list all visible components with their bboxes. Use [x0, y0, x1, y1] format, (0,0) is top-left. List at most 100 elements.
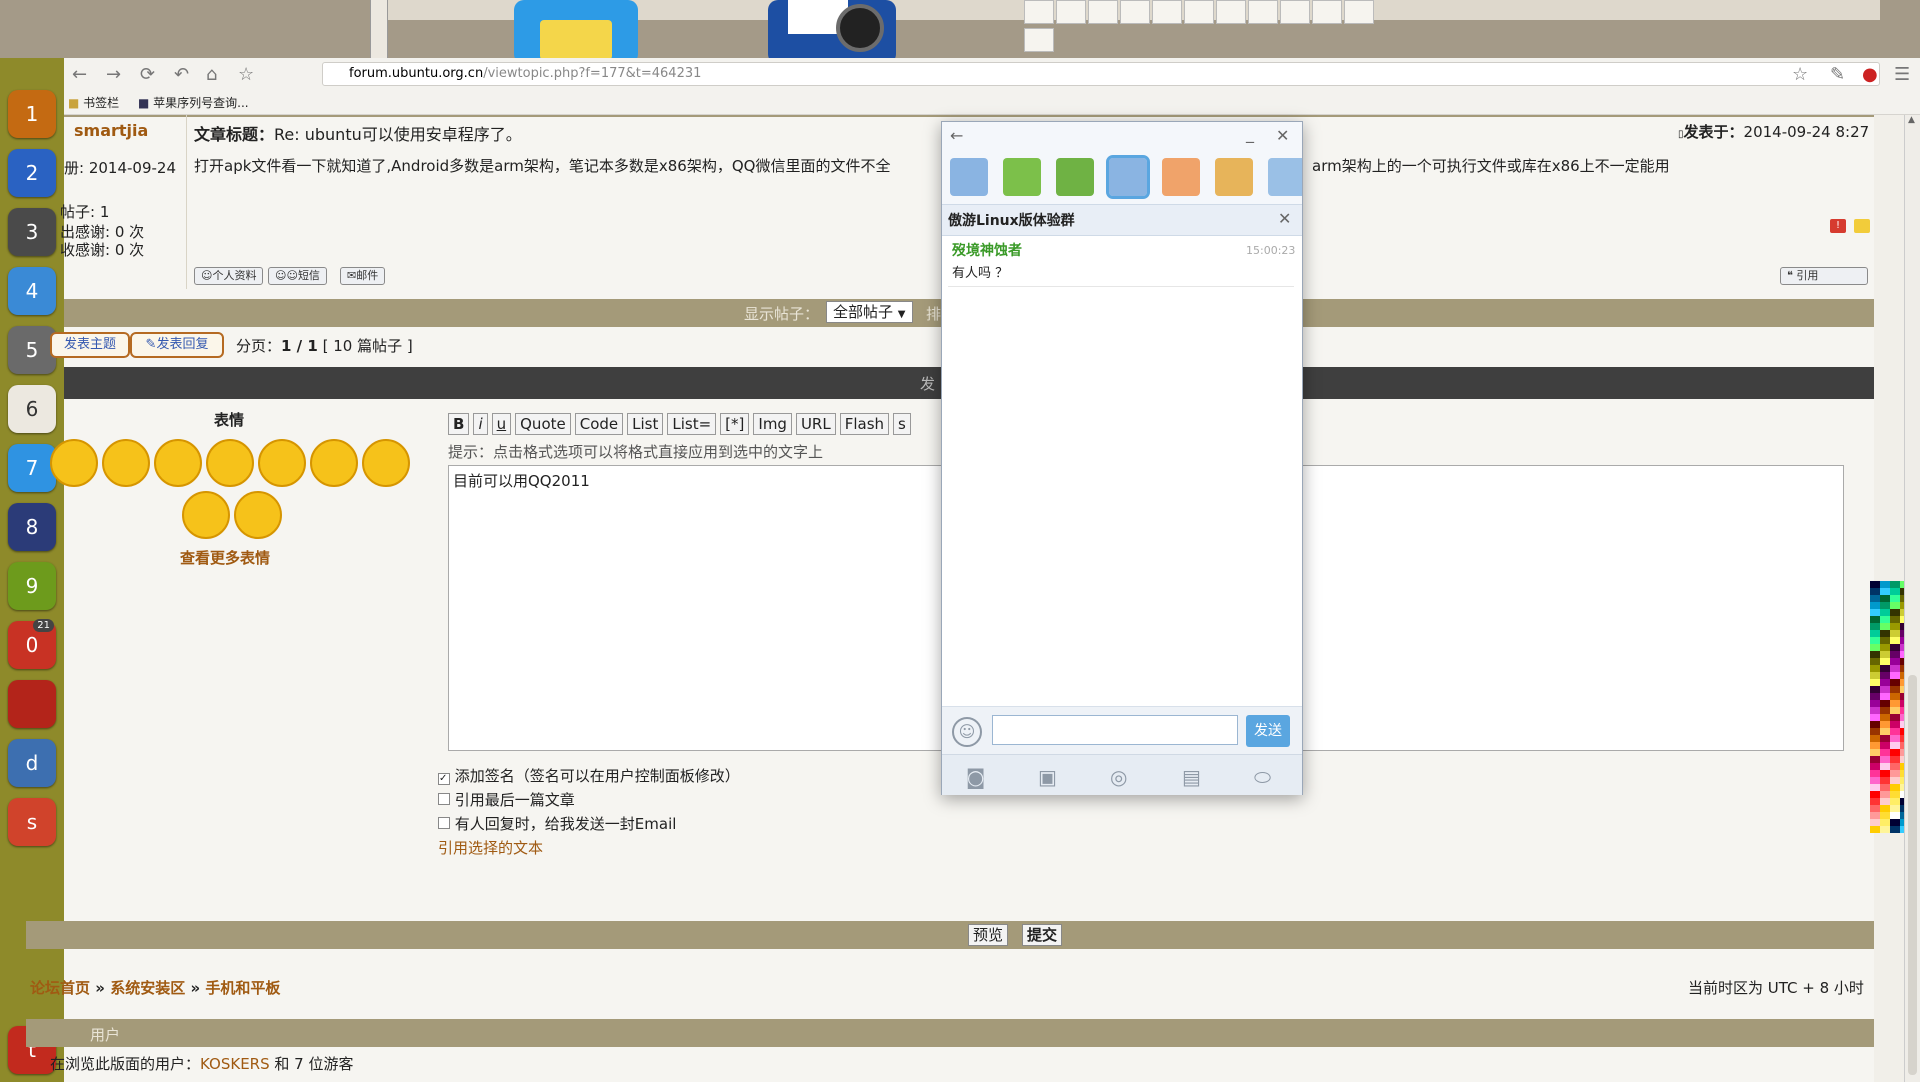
- user-group-icon[interactable]: [1106, 155, 1150, 199]
- checkbox[interactable]: [438, 793, 450, 805]
- qq-send-button[interactable]: 发送: [1246, 715, 1290, 747]
- bookmark-star-icon[interactable]: ☆: [238, 64, 254, 85]
- emoji-icon[interactable]: ☺: [952, 717, 982, 747]
- home-icon[interactable]: ⌂: [206, 64, 217, 85]
- close-icon[interactable]: ✕: [1278, 209, 1291, 228]
- camera-app-icon[interactable]: [768, 0, 896, 64]
- forward-arrow-icon[interactable]: →: [106, 64, 121, 85]
- smiley-icon[interactable]: [310, 439, 358, 487]
- format-button[interactable]: Quote: [515, 413, 571, 435]
- chat-group-icon[interactable]: [1056, 158, 1094, 196]
- format-button[interactable]: Img: [753, 413, 792, 435]
- smilies-heading: 表情: [214, 411, 245, 429]
- camera-icon[interactable]: ◙: [966, 765, 985, 789]
- profile-button[interactable]: ☺个人资料: [194, 267, 264, 285]
- user-group-icon[interactable]: [1268, 158, 1302, 196]
- option-email-notify[interactable]: 有人回复时，给我发送一封Email: [438, 813, 676, 834]
- quote-selected-link[interactable]: 引用选择的文本: [438, 837, 543, 858]
- menu-icon[interactable]: ☰: [1894, 64, 1910, 85]
- post-author[interactable]: smartjia: [74, 121, 148, 140]
- submit-button[interactable]: 提交: [1022, 924, 1063, 946]
- more-smilies-link[interactable]: 查看更多表情: [180, 547, 270, 568]
- user-group-icon[interactable]: [1215, 158, 1253, 196]
- launcher-item[interactable]: s: [8, 798, 56, 846]
- checkbox[interactable]: ✓: [438, 773, 450, 785]
- qq-penguin-icon[interactable]: ⬭: [1254, 765, 1271, 789]
- minimize-icon[interactable]: _: [1246, 124, 1254, 143]
- page-scrollbar[interactable]: ▲: [1904, 115, 1920, 1082]
- format-button[interactable]: [*]: [720, 413, 750, 435]
- option-quote-last[interactable]: 引用最后一篇文章: [438, 789, 575, 810]
- undo-icon[interactable]: ↶: [174, 64, 189, 85]
- smiley-icon[interactable]: [258, 439, 306, 487]
- launcher-item[interactable]: 7: [8, 444, 56, 492]
- user-group-icon[interactable]: [1162, 158, 1200, 196]
- report-icon[interactable]: !: [1830, 219, 1846, 233]
- preview-button[interactable]: 预览: [968, 924, 1009, 946]
- display-select[interactable]: 全部帖子 ▼: [826, 301, 913, 323]
- breadcrumb-forum[interactable]: 手机和平板: [205, 979, 280, 997]
- scrollbar-thumb[interactable]: [1908, 675, 1917, 1075]
- breadcrumb-home[interactable]: 论坛首页: [30, 979, 90, 997]
- format-button[interactable]: List=: [667, 413, 717, 435]
- smiley-icon[interactable]: [182, 491, 230, 539]
- user-link[interactable]: KOSKERS: [200, 1055, 270, 1073]
- pm-button[interactable]: ☺☺短信: [268, 267, 327, 285]
- email-button[interactable]: ✉邮件: [340, 267, 386, 285]
- smiley-icon[interactable]: [234, 491, 282, 539]
- launcher-item[interactable]: 4: [8, 267, 56, 315]
- back-arrow-icon[interactable]: ←: [72, 64, 87, 85]
- breadcrumb-section[interactable]: 系统安装区: [110, 979, 185, 997]
- smiley-icon[interactable]: [102, 439, 150, 487]
- launcher-item[interactable]: 6: [8, 385, 56, 433]
- launcher-item[interactable]: 0 21: [8, 619, 56, 669]
- reload-icon[interactable]: ⟳: [140, 64, 155, 85]
- format-button[interactable]: s: [893, 413, 911, 435]
- extension-icon[interactable]: ●: [1862, 64, 1878, 85]
- star-icon[interactable]: ☆: [1792, 64, 1808, 85]
- qq-message-input[interactable]: [992, 715, 1238, 745]
- format-button[interactable]: Code: [574, 413, 624, 435]
- smiley-icon[interactable]: [154, 439, 202, 487]
- format-button[interactable]: Flash: [839, 413, 890, 435]
- launcher-item[interactable]: 1: [8, 90, 56, 138]
- smiley-icon[interactable]: [50, 439, 98, 487]
- format-button[interactable]: i: [473, 413, 488, 435]
- option-signature[interactable]: ✓ 添加签名（签名可以在用户控制面板修改）: [438, 765, 740, 786]
- files-icon[interactable]: ▤: [1182, 765, 1201, 789]
- bookmark-item[interactable]: ■ 书签栏: [68, 94, 119, 111]
- new-topic-button[interactable]: 发表主题: [50, 332, 130, 358]
- search-user-icon[interactable]: ◎: [1110, 765, 1127, 789]
- smiley-icon[interactable]: [206, 439, 254, 487]
- scroll-up-icon[interactable]: ▲: [1908, 115, 1915, 125]
- launcher-item[interactable]: 3: [8, 208, 56, 256]
- picture-app-icon[interactable]: [514, 0, 638, 64]
- format-button[interactable]: u: [491, 413, 512, 435]
- format-button[interactable]: URL: [795, 413, 836, 435]
- quote-button[interactable]: ❝ 引用: [1780, 267, 1868, 285]
- format-button[interactable]: List: [627, 413, 664, 435]
- qq-titlebar: ← _ ✕: [942, 122, 1302, 152]
- close-icon[interactable]: ✕: [1276, 126, 1289, 145]
- chat-group-icon[interactable]: [1003, 158, 1041, 196]
- browser-toolbar: ← → ⟳ ↶ ⌂ ☆ forum.ubuntu.org.cn/viewtopi…: [62, 58, 1920, 91]
- launcher-item[interactable]: 8: [8, 503, 56, 551]
- launcher-item[interactable]: [8, 680, 56, 728]
- address-bar[interactable]: forum.ubuntu.org.cn/viewtopic.php?f=177&…: [322, 62, 1880, 86]
- wrench-icon[interactable]: ✎: [1830, 64, 1845, 85]
- launcher-item[interactable]: 5: [8, 326, 56, 374]
- image-icon[interactable]: ▣: [1038, 765, 1057, 789]
- back-arrow-icon[interactable]: ←: [950, 126, 963, 145]
- qq-message-area[interactable]: 歿境神蚀者 15:00:23 有人吗 ？: [942, 236, 1302, 706]
- reply-button[interactable]: ✎发表回复: [130, 332, 224, 358]
- bookmark-item[interactable]: ■ 苹果序列号查询...: [138, 94, 249, 111]
- checkbox[interactable]: [438, 817, 450, 829]
- launcher-item[interactable]: 2: [8, 149, 56, 197]
- launcher-item[interactable]: 9: [8, 562, 56, 610]
- smiley-icon[interactable]: [362, 439, 410, 487]
- format-button[interactable]: B: [448, 413, 470, 435]
- user-group-icon[interactable]: [950, 158, 988, 196]
- launcher-item[interactable]: d: [8, 739, 56, 787]
- thanks-icon[interactable]: [1854, 219, 1870, 233]
- background-scrollbar[interactable]: [370, 0, 388, 58]
